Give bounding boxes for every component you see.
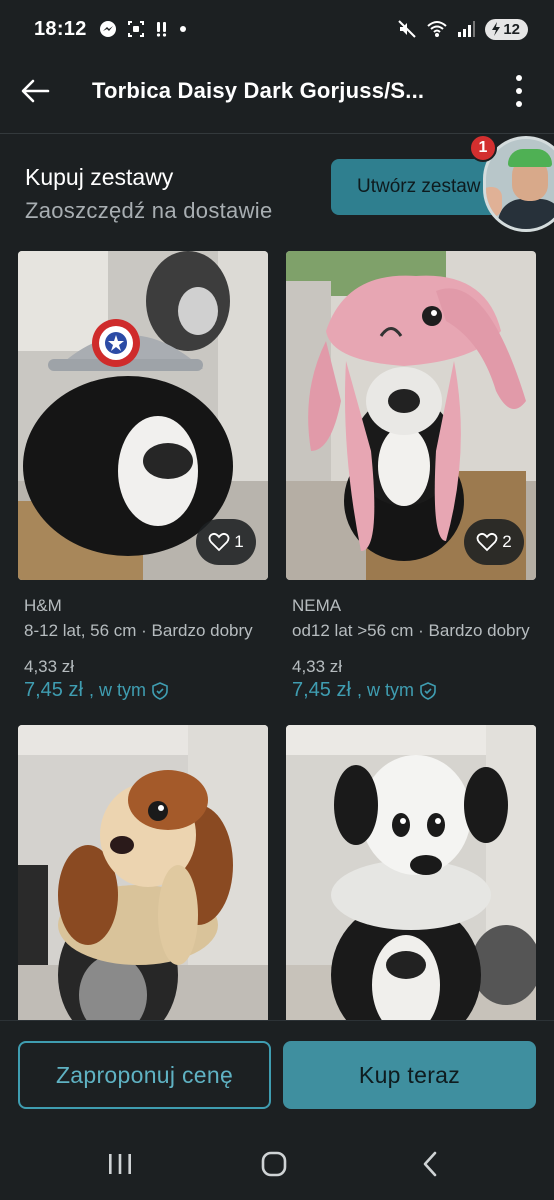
favorite-button[interactable]: 2 [464,519,524,565]
recent-apps-icon [109,1154,131,1174]
product-photo[interactable] [286,725,536,1054]
more-dot [516,101,522,107]
item-total-price[interactable]: 7,45 zł , w tym [24,679,168,702]
chat-head-badge: 1 [469,134,497,162]
avatar-hair [508,149,552,167]
buy-now-button[interactable]: Kup teraz [283,1041,536,1109]
screenshot-icon [127,21,144,37]
system-back-button[interactable] [400,1144,460,1184]
heart-icon [476,532,498,552]
bottom-action-bar: Zaproponuj cenę Kup teraz [0,1020,554,1126]
wifi-icon [427,21,447,37]
bundle-section: Kupuj zestawy Zaoszczędź na dostawie Utw… [0,152,554,238]
battery-indicator: 12 [485,18,528,40]
favorite-button[interactable]: 1 [196,519,256,565]
status-bar: 18:12 12 [0,0,554,58]
system-nav-bar [0,1126,554,1200]
mute-icon [398,20,417,38]
more-dot [516,88,522,94]
total-amount: 7,45 zł [24,679,83,701]
total-amount: 7,45 zł [292,679,351,701]
system-icons: 12 [397,18,528,40]
charging-icon [492,22,501,36]
item-brand: NEMA [292,596,342,615]
item-price: 4,33 zł [24,657,75,676]
bundle-title: Kupuj zestawy [25,164,174,190]
item-details: od12 lat >56 cm · Bardzo dobry [292,621,530,640]
total-incl-label: , w tym [356,680,414,700]
signal-icon [458,21,476,37]
recent-apps-button[interactable] [90,1144,150,1184]
bundle-subtitle: Zaoszczędź na dostawie [25,198,273,223]
shield-icon [152,681,168,700]
dot-icon [179,26,186,32]
item-total-price[interactable]: 7,45 zł , w tym [292,679,436,702]
item-brand: H&M [24,596,62,615]
back-button[interactable] [2,58,68,124]
home-button[interactable] [244,1144,304,1184]
alert-icon [156,22,166,37]
more-dot [516,75,522,81]
home-icon [261,1151,287,1177]
product-photo[interactable] [18,725,268,1054]
chevron-left-icon [423,1151,437,1177]
more-options-button[interactable] [504,72,534,110]
total-incl-label: , w tym [88,680,146,700]
app-bar: Torbica Daisy Dark Gorjuss/S... [0,58,554,124]
notification-icons [99,20,187,38]
avatar-thumb [486,187,502,217]
dog-dalmatian-plush-photo [286,725,536,1054]
dog-plush-photo [18,725,268,1054]
heart-icon [208,532,230,552]
back-arrow-icon [21,79,50,103]
header-divider [0,133,554,134]
make-offer-button[interactable]: Zaproponuj cenę [18,1041,271,1109]
favorite-count: 1 [234,532,244,551]
item-details: 8-12 lat, 56 cm · Bardzo dobry [24,621,253,640]
favorite-count: 2 [502,532,512,551]
status-time: 18:12 [34,17,87,40]
messenger-icon [99,21,116,37]
page-title: Torbica Daisy Dark Gorjuss/S... [92,78,425,103]
battery-level: 12 [503,20,520,38]
avatar-body [498,199,554,229]
item-price: 4,33 zł [292,657,343,676]
shield-icon [420,681,436,700]
